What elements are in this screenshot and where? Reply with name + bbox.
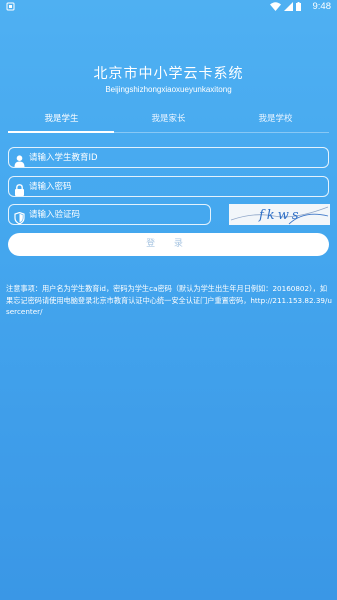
role-tabs: 我是学生 我是家长 我是学校 xyxy=(8,112,329,134)
lock-icon xyxy=(14,181,25,196)
captcha-image[interactable]: fkws xyxy=(229,204,330,225)
page-subtitle: Beijingshizhongxiaoxueyunkaxitong xyxy=(105,85,232,94)
login-button[interactable]: 登 录 xyxy=(8,233,329,256)
education-id-field[interactable] xyxy=(8,147,329,168)
signal-icon xyxy=(284,2,293,14)
password-input[interactable] xyxy=(29,178,324,195)
android-notification-icon xyxy=(6,2,15,14)
battery-icon xyxy=(296,2,301,14)
captcha-input[interactable] xyxy=(29,206,206,223)
education-id-input[interactable] xyxy=(29,149,324,166)
notice-text: 注意事项：用户名为学生教育id，密码为学生ca密码（默认为学生出生年月日例如：2… xyxy=(6,284,332,316)
page-title: 北京市中小学云卡系统 xyxy=(93,66,244,82)
wifi-icon xyxy=(270,2,281,14)
status-time: 9:48 xyxy=(312,1,332,12)
captcha-field[interactable] xyxy=(8,204,211,225)
active-tab-indicator xyxy=(8,131,114,133)
password-field[interactable] xyxy=(8,176,329,197)
status-bar: 9:48 xyxy=(0,0,337,14)
captcha-text: fkws xyxy=(258,208,302,223)
user-icon xyxy=(14,152,25,167)
shield-icon xyxy=(14,209,25,225)
tab-parent[interactable]: 我是家长 xyxy=(115,112,222,124)
tab-school[interactable]: 我是学校 xyxy=(222,112,329,124)
tab-student[interactable]: 我是学生 xyxy=(8,112,115,124)
